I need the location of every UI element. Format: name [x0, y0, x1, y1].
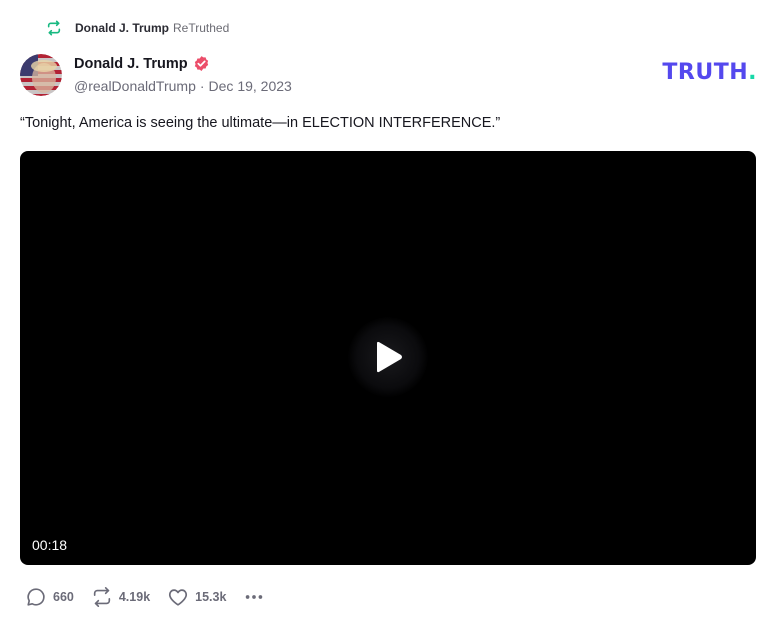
retruth-banner: Donald J. Trump ReTruthed	[46, 19, 229, 37]
verified-badge-icon	[193, 55, 210, 72]
retruth-count: 4.19k	[118, 590, 151, 604]
post-text: “Tonight, America is seeing the ultimate…	[20, 115, 501, 131]
avatar[interactable]	[20, 54, 62, 96]
author-name[interactable]: Donald J. Trump	[74, 55, 210, 72]
meta-separator: ·	[199, 78, 205, 94]
author-name-text: Donald J. Trump	[74, 55, 188, 72]
retruth-button[interactable]: 4.19k	[91, 586, 150, 608]
post-date[interactable]: Dec 19, 2023	[209, 78, 292, 94]
avatar-icon	[20, 54, 62, 96]
retruth-icon	[46, 20, 62, 36]
video-duration: 00:18	[32, 537, 68, 553]
truth-logo[interactable]: TRUTH.	[662, 62, 757, 84]
like-button[interactable]: 15.3k	[167, 586, 226, 608]
truth-logo-text: TRUTH	[662, 60, 749, 85]
reply-icon	[25, 586, 47, 608]
truth-logo-dot: .	[748, 60, 757, 85]
retruth-author-link[interactable]: Donald J. Trump	[75, 21, 169, 35]
video-player[interactable]: 00:18	[20, 151, 756, 565]
like-count: 15.3k	[195, 590, 227, 604]
author-handle[interactable]: @realDonaldTrump	[74, 78, 196, 94]
play-icon	[377, 341, 402, 373]
reply-button[interactable]: 660	[25, 586, 74, 608]
retruth-label: ReTruthed	[173, 21, 230, 35]
play-button[interactable]	[348, 317, 428, 397]
post-header: Donald J. Trump @realDonaldTrump · Dec 19,…	[20, 53, 757, 97]
post-actions: 660 4.19k 15.3k	[25, 585, 265, 609]
more-options-button[interactable]	[243, 586, 265, 608]
author-meta: @realDonaldTrump · Dec 19, 2023	[74, 78, 292, 94]
retruth-action-icon	[91, 586, 113, 608]
reply-count: 660	[53, 590, 74, 604]
more-icon	[246, 595, 263, 599]
heart-icon	[167, 586, 189, 608]
